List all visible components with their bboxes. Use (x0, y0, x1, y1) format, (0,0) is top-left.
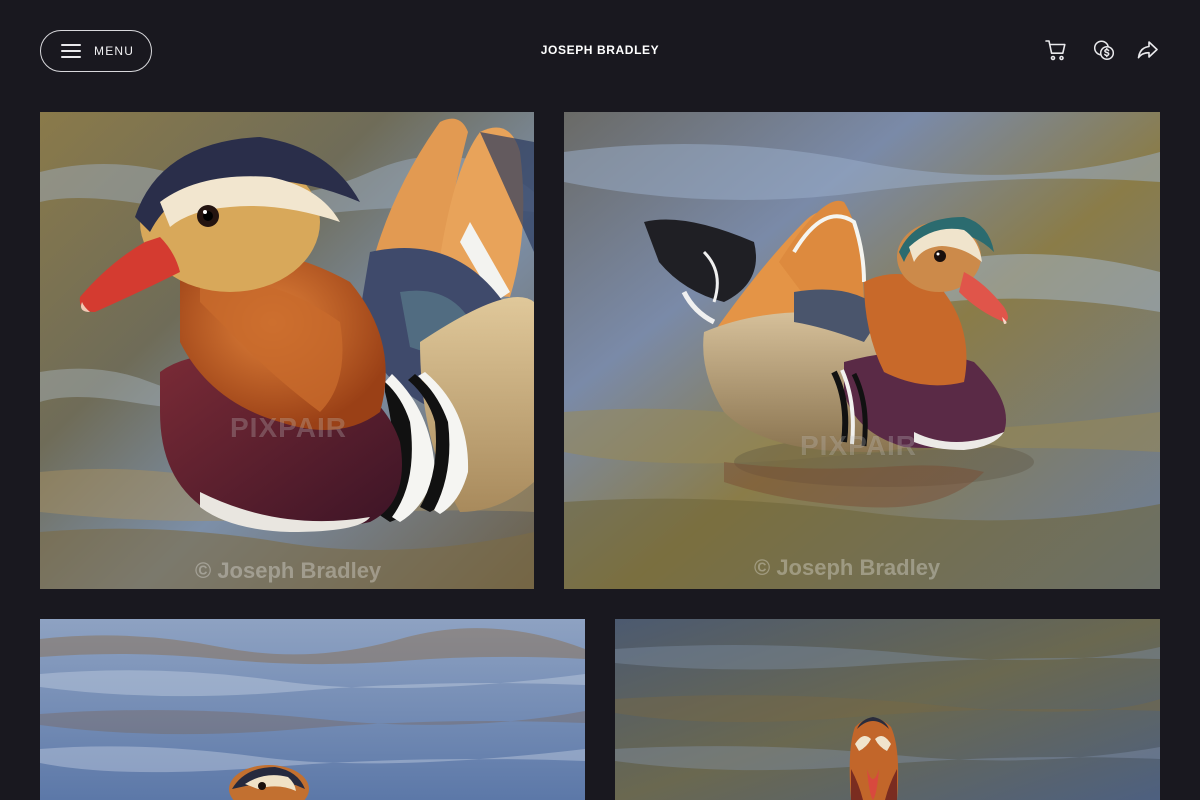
gallery-photo[interactable] (615, 619, 1160, 800)
photo-mandarin-duck-swimming (564, 112, 1160, 589)
watermark-logo: PIXPAIR (800, 430, 917, 461)
watermark-logo: PIXPAIR (230, 412, 347, 443)
photo-mandarin-duck-distant (40, 619, 585, 800)
menu-button[interactable]: MENU (40, 30, 152, 72)
gallery-photo[interactable]: PIXPAIR © Joseph Bradley (40, 112, 534, 589)
share-icon[interactable] (1136, 38, 1160, 62)
gallery-photo[interactable] (40, 619, 585, 800)
gallery-photo[interactable]: PIXPAIR © Joseph Bradley (564, 112, 1160, 589)
cart-icon[interactable] (1044, 38, 1068, 62)
watermark-text: © Joseph Bradley (195, 558, 382, 583)
photo-mandarin-duck-closeup (40, 112, 534, 589)
menu-label: MENU (94, 44, 135, 58)
currency-icon[interactable] (1092, 38, 1116, 62)
photo-mandarin-duck-front (615, 619, 1160, 800)
page: MENU JOSEPH BRADLEY PIXPAIR © Joseph Bra… (0, 0, 1200, 800)
header: MENU JOSEPH BRADLEY (0, 0, 1200, 102)
site-title[interactable]: JOSEPH BRADLEY (450, 42, 750, 58)
hamburger-icon (61, 44, 81, 58)
watermark-text: © Joseph Bradley (754, 555, 941, 580)
